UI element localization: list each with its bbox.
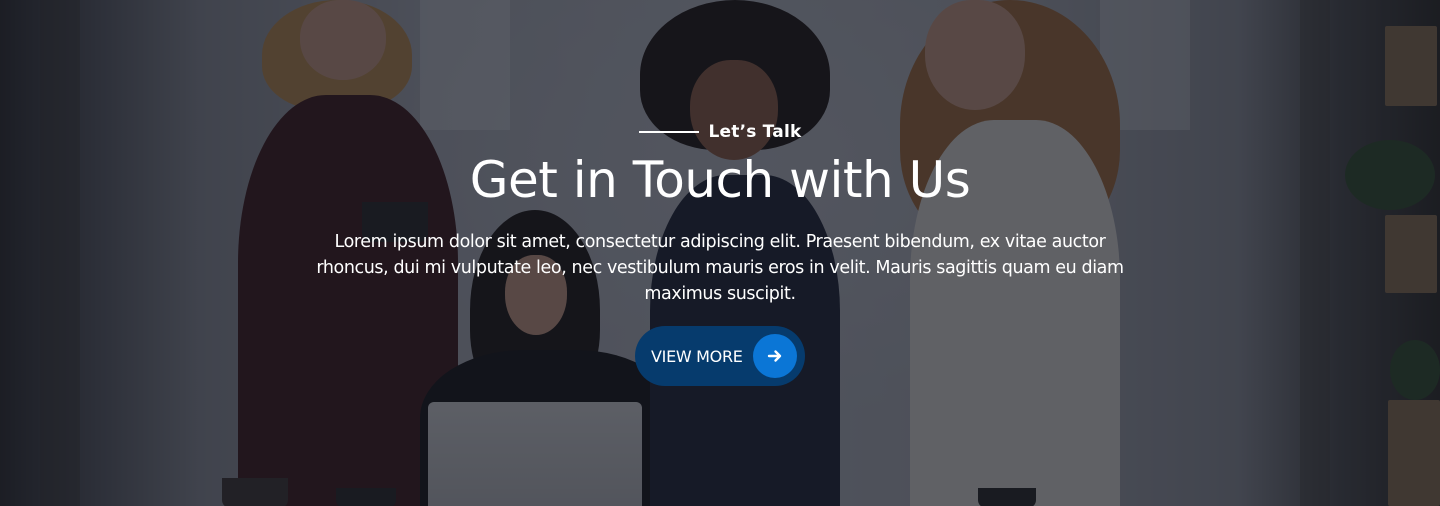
section-description: Lorem ipsum dolor sit amet, consectetur … <box>316 232 1124 304</box>
eyebrow: Let’s Talk <box>0 120 1440 144</box>
view-more-label: VIEW MORE <box>651 346 743 366</box>
view-more-button[interactable]: VIEW MORE <box>635 326 805 386</box>
section-title: Get in Touch with Us <box>469 151 971 209</box>
contact-hero-section: Let’s Talk Get in Touch with Us Lorem ip… <box>0 0 1440 506</box>
eyebrow-divider-line <box>638 131 699 133</box>
arrow-right-icon <box>753 334 797 378</box>
hero-content: Let’s Talk Get in Touch with Us Lorem ip… <box>0 0 1440 506</box>
eyebrow-text: Let’s Talk <box>708 122 802 142</box>
